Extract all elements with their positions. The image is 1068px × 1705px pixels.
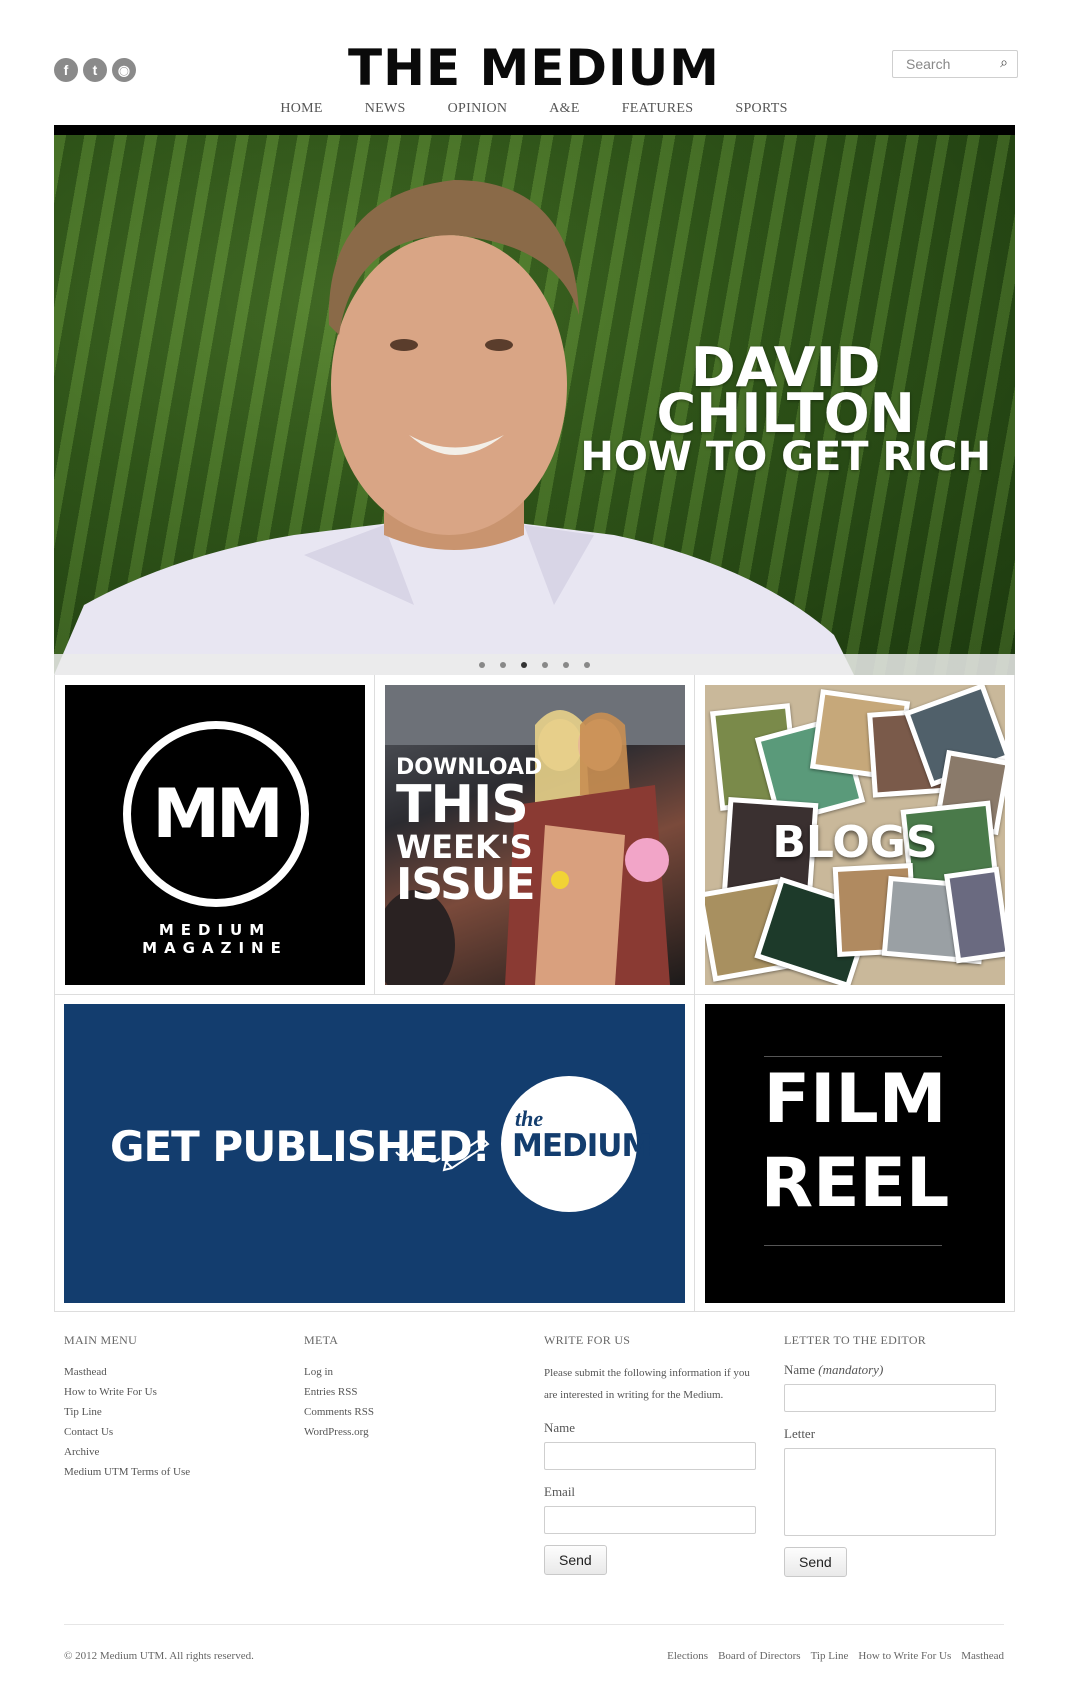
letter-textarea[interactable] — [784, 1448, 996, 1536]
meta-widget: META Log in Entries RSS Comments RSS Wor… — [304, 1333, 504, 1442]
nav-opinion[interactable]: OPINION — [427, 101, 529, 117]
hero-title-line2: CHILTON — [656, 382, 915, 445]
nav-ae[interactable]: A&E — [528, 101, 600, 117]
footer-links: Elections Board of Directors Tip Line Ho… — [667, 1650, 1004, 1662]
letter-name-text: Name — [784, 1362, 816, 1377]
issue-line4: ISSUE — [396, 859, 536, 910]
blogs-label: BLOGS — [772, 817, 938, 868]
letter-text-label: Letter — [784, 1426, 816, 1441]
nav-sports[interactable]: SPORTS — [714, 101, 808, 117]
menu-link-tipline[interactable]: Tip Line — [64, 1402, 264, 1422]
slider-dot[interactable] — [563, 661, 569, 668]
meta-link-login[interactable]: Log in — [304, 1362, 504, 1382]
copyright: © 2012 Medium UTM. All rights reserved. — [64, 1650, 254, 1662]
letter-name-note: (mandatory) — [818, 1362, 884, 1377]
letter-name-field[interactable] — [784, 1384, 996, 1412]
pencil-icon — [395, 1136, 490, 1172]
main-menu-widget: MAIN MENU Masthead How to Write For Us T… — [64, 1333, 264, 1482]
film-rule-bottom — [764, 1245, 942, 1246]
hero-headline[interactable]: DAVID CHILTON HOW TO GET RICH — [580, 341, 991, 480]
meta-link-entries-rss[interactable]: Entries RSS — [304, 1382, 504, 1402]
menu-link-masthead[interactable]: Masthead — [64, 1362, 264, 1382]
blogs-tile[interactable]: BLOGS — [705, 685, 1005, 985]
slider-dot[interactable] — [584, 661, 590, 668]
issue-headline: DOWNLOAD THIS WEEK'S ISSUE — [396, 757, 542, 907]
menu-link-archive[interactable]: Archive — [64, 1442, 264, 1462]
letter-widget: LETTER TO THE EDITOR Name (mandatory) Le… — [784, 1333, 1006, 1577]
nav-features[interactable]: FEATURES — [601, 101, 715, 117]
letter-send-button[interactable]: Send — [784, 1547, 847, 1577]
magazine-caption-1: MEDIUM — [158, 921, 272, 939]
film-line2: REEL — [760, 1144, 950, 1223]
slider-dot[interactable] — [542, 661, 548, 668]
download-issue-tile[interactable]: DOWNLOAD THIS WEEK'S ISSUE — [385, 685, 685, 985]
hero-slider[interactable]: DAVID CHILTON HOW TO GET RICH — [54, 135, 1015, 675]
write-name-field[interactable] — [544, 1442, 756, 1470]
film-line1: FILM — [763, 1060, 947, 1139]
main-nav: HOME NEWS OPINION A&E FEATURES SPORTS — [0, 101, 1068, 117]
footer-link-tipline[interactable]: Tip Line — [811, 1650, 849, 1662]
grid-divider — [374, 675, 375, 995]
issue-line2: THIS — [396, 775, 529, 835]
menu-link-write[interactable]: How to Write For Us — [64, 1382, 264, 1402]
hero-title-line3: HOW TO GET RICH — [580, 434, 991, 480]
menu-link-terms[interactable]: Medium UTM Terms of Use — [64, 1462, 264, 1482]
magazine-caption-2: MAGAZINE — [142, 939, 288, 957]
letter-heading: LETTER TO THE EDITOR — [784, 1333, 927, 1347]
write-email-field[interactable] — [544, 1506, 756, 1534]
medium-magazine-tile[interactable]: MM MEDIUM MAGAZINE — [65, 685, 365, 985]
write-send-button[interactable]: Send — [544, 1545, 607, 1575]
write-email-label: Email — [544, 1484, 576, 1499]
search-input[interactable] — [893, 51, 996, 77]
write-for-us-heading: WRITE FOR US — [544, 1333, 631, 1347]
film-rule-top — [764, 1056, 942, 1057]
grid-divider — [54, 994, 1015, 995]
header-bar — [54, 125, 1015, 135]
write-for-us-widget: WRITE FOR US Please submit the following… — [544, 1333, 766, 1575]
write-for-us-intro: Please submit the following information … — [544, 1367, 750, 1401]
menu-link-contact[interactable]: Contact Us — [64, 1422, 264, 1442]
write-name-label: Name — [544, 1420, 576, 1435]
slider-dot-active[interactable] — [521, 661, 527, 668]
meta-heading: META — [304, 1333, 339, 1347]
the-medium-badge: the MEDIUM — [501, 1076, 652, 1212]
meta-link-comments-rss[interactable]: Comments RSS — [304, 1402, 504, 1422]
footer-link-masthead[interactable]: Masthead — [961, 1650, 1004, 1662]
footer-divider — [64, 1624, 1004, 1625]
get-published-tile[interactable]: GET PUBLISHED! the MEDIUM — [64, 1004, 685, 1303]
mm-logo: MM — [123, 721, 309, 907]
footer-link-write[interactable]: How to Write For Us — [858, 1650, 951, 1662]
slider-pager — [54, 654, 1015, 675]
meta-link-wordpress[interactable]: WordPress.org — [304, 1422, 504, 1442]
mm-logo-text: MM — [152, 774, 283, 854]
film-reel-tile[interactable]: FILM REEL — [705, 1004, 1005, 1303]
nav-news[interactable]: NEWS — [344, 101, 427, 117]
letter-name-label: Name (mandatory) — [784, 1362, 1006, 1378]
search-box: ⌕ — [892, 50, 1018, 78]
slider-dot[interactable] — [479, 661, 485, 668]
search-icon[interactable]: ⌕ — [1000, 56, 1008, 72]
footer-link-elections[interactable]: Elections — [667, 1650, 708, 1662]
slider-dot[interactable] — [500, 661, 506, 668]
main-menu-heading: MAIN MENU — [64, 1333, 138, 1347]
badge-medium: MEDIUM — [512, 1128, 652, 1164]
footer-link-board[interactable]: Board of Directors — [718, 1650, 800, 1662]
nav-home[interactable]: HOME — [259, 101, 343, 117]
